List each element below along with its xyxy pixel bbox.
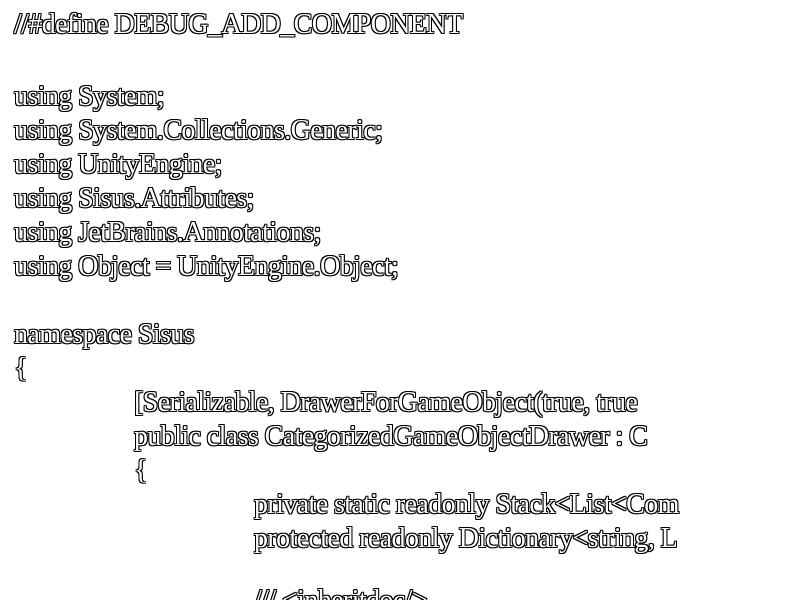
code-line-1: //#define DEBUG_ADD_COMPONENT [14, 9, 463, 40]
code-line-15: private static readonly Stack<List<Com [254, 489, 679, 520]
code-line-13: public class CategorizedGameObjectDrawer… [134, 421, 648, 452]
code-line-5: using UnityEngine; [14, 149, 222, 180]
code-view[interactable]: //#define DEBUG_ADD_COMPONENT using Syst… [0, 0, 800, 600]
code-line-16: protected readonly Dictionary<string, L [254, 523, 678, 554]
code-line-4: using System.Collections.Generic; [14, 115, 383, 146]
code-line-14: { [134, 455, 147, 486]
code-line-18: /// <inheritdoc/> [254, 584, 428, 600]
code-line-7: using JetBrains.Annotations; [14, 217, 321, 248]
code-line-6: using Sisus.Attributes; [14, 183, 254, 214]
code-line-3: using System; [14, 81, 165, 112]
code-line-8: using Object = UnityEngine.Object; [14, 251, 399, 282]
code-line-11: { [14, 353, 27, 384]
code-line-10: namespace Sisus [14, 319, 195, 350]
code-line-12: [Serializable, DrawerForGameObject(true,… [134, 387, 638, 418]
